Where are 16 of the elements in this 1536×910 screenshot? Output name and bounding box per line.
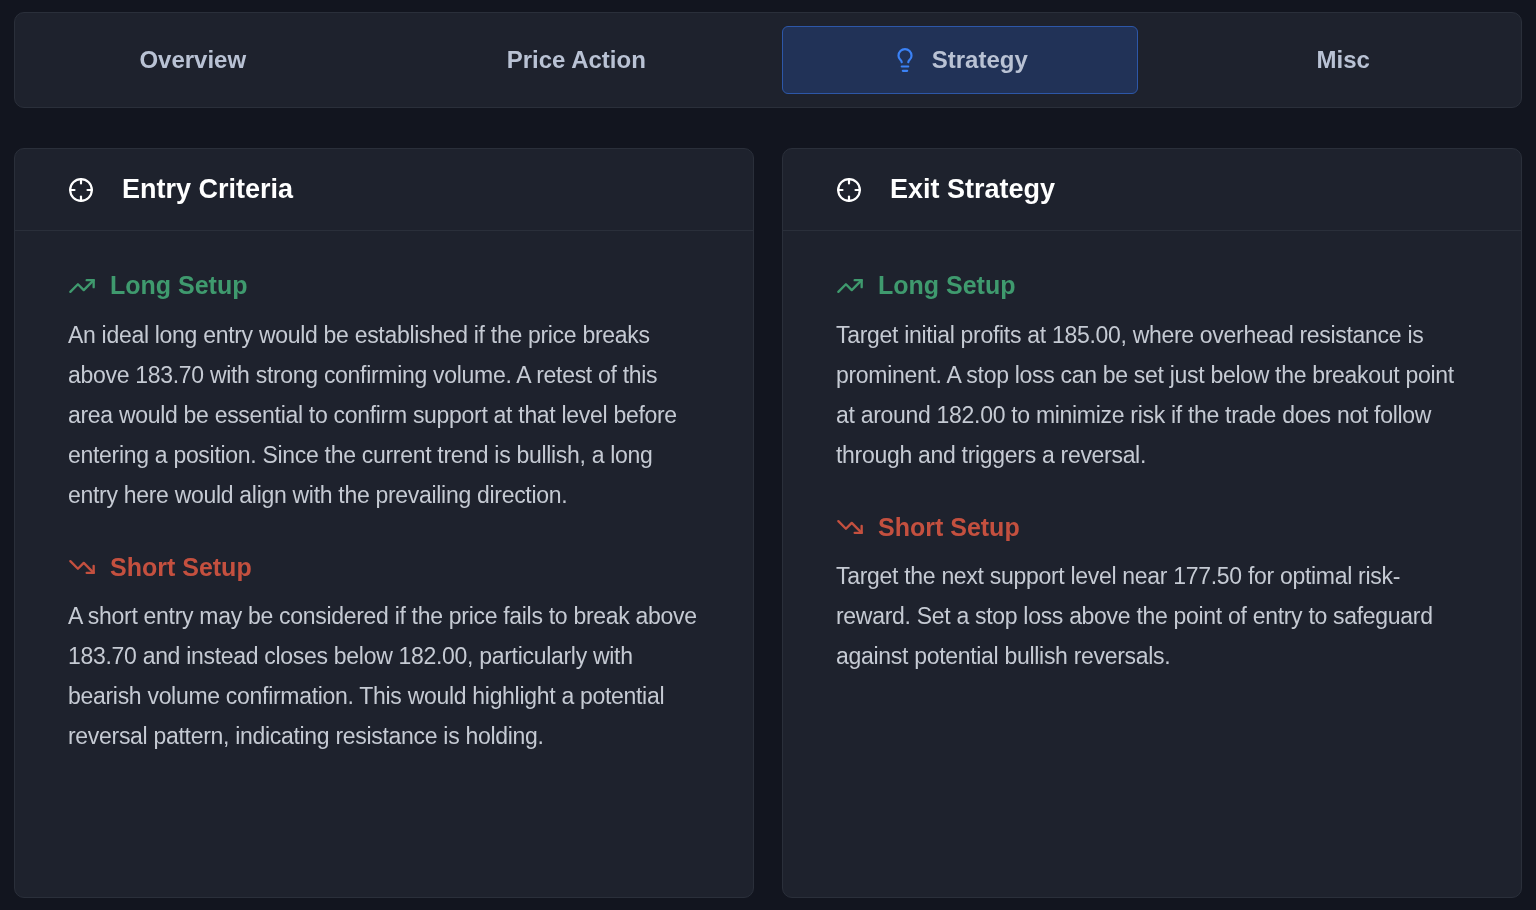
tab[interactable]: Overview: [15, 26, 371, 94]
tab[interactable]: Strategy: [782, 26, 1138, 94]
section-text: An ideal long entry would be established if the price breaks above 183.70 with strong confirming volume. A retest of this area would be essential to confirm support at that level before entering a position. Since the current trend is bullish, a long entry here would align with the prevailing direction.: [68, 320, 678, 510]
tab[interactable]: Misc: [1165, 26, 1521, 94]
section-text: A short entry may be considered if the price fails to break above 183.70 and instead closes below 182.00, particularly with bearish volume confirmation. This would highlight a potential reversal pattern, indicating resistance is holding.: [68, 602, 698, 751]
tab[interactable]: Price Action: [398, 26, 754, 94]
target-icon: [836, 176, 862, 203]
section-heading: Short Setup: [110, 551, 252, 583]
target-icon: [68, 176, 94, 203]
section-heading: Long Setup: [878, 270, 1016, 301]
section-heading: Long Setup: [110, 270, 248, 301]
card-title: Entry Criteria: [122, 173, 294, 207]
section-text: Target initial profits at 185.00, where overhead resistance is prominent. A stop loss can be set just below the breakout point at around 182.00 to minimize risk if the trade does not follow through and triggers a reversal.: [836, 320, 1455, 470]
section-text: Target the next support level near 177.50 for optimal risk-reward. Set a stop loss above the point of entry to safeguard against potential bullish reversals.: [836, 562, 1434, 671]
section-heading: Short Setup: [878, 511, 1020, 543]
card-title: Exit Strategy: [890, 173, 1056, 207]
